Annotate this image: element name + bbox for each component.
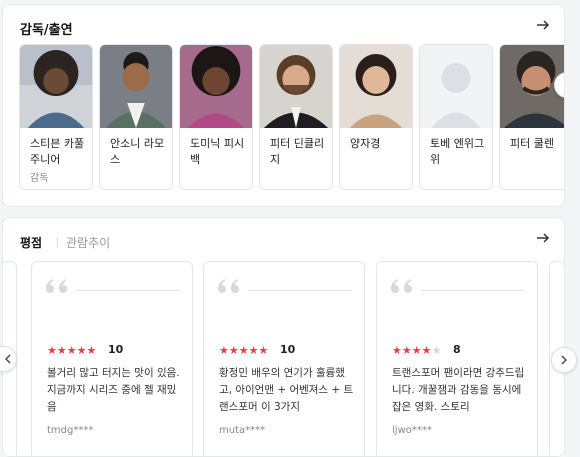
person-photo (100, 45, 172, 128)
person-name: 토베 엔위그위 (430, 137, 485, 166)
rating-score: 8 (453, 343, 461, 356)
person-name: 양자경 (350, 137, 381, 150)
review-user: ljwo**** (392, 425, 432, 436)
tab-rating[interactable]: 평점 (20, 234, 42, 251)
cast-person-card[interactable]: 안소니 라모스 (99, 44, 173, 190)
reviews-next-button[interactable] (551, 347, 577, 373)
arrow-right-icon[interactable] (535, 17, 551, 33)
chevron-right-icon (561, 355, 567, 365)
quote-icon (391, 279, 412, 293)
cast-person-card[interactable]: 토베 엔위그위 (419, 44, 493, 190)
review-text: 황정민 배우의 연기가 훌륭했고, 아이언맨 + 어벤져스 + 트랜스포머 이 … (219, 367, 354, 413)
review-card[interactable]: ★★★★★ 10 볼거리 많고 터지는 맛이 있음. 지금까지 시리즈 중에 젤… (31, 261, 193, 456)
cast-person-card[interactable]: 피터 쿨렌 (499, 44, 564, 190)
tab-audience-trend[interactable]: 관람추이 (66, 234, 110, 251)
person-photo (340, 45, 412, 128)
star-rating: ★★★★★ (47, 344, 97, 357)
cast-person-card[interactable]: 피터 딘클리지 (259, 44, 333, 190)
person-name: 피터 딘클리지 (270, 137, 325, 166)
person-name: 안소니 라모스 (110, 137, 165, 166)
rating-score: 10 (108, 343, 124, 356)
quote-divider (248, 290, 352, 291)
star-rating: ★★★★★ (219, 344, 269, 357)
rating-score: 10 (280, 343, 296, 356)
quote-divider (421, 290, 525, 291)
person-role: 감독 (30, 173, 49, 184)
review-text: 볼거리 많고 터지는 맛이 있음. 지금까지 시리즈 중에 젤 재밌음 (47, 367, 180, 413)
tab-divider (57, 237, 58, 247)
cast-person-card[interactable]: 스티븐 카풀 주니어 감독 (19, 44, 93, 190)
chevron-left-icon (5, 354, 11, 364)
arrow-right-icon[interactable] (535, 230, 551, 246)
person-name: 스티븐 카풀 주니어 (30, 137, 85, 166)
person-placeholder-icon (420, 45, 492, 128)
quote-divider (76, 290, 180, 291)
review-card[interactable]: ★★★★★ 8 트랜스포머 팬이라면 강추드립니다. 개꿀잼과 감동을 동시에 … (376, 261, 538, 456)
cast-person-card[interactable]: 도미닉 피시백 (179, 44, 253, 190)
review-user: muta**** (219, 425, 266, 436)
cast-person-card[interactable]: 양자경 (339, 44, 413, 190)
review-user: tmdg**** (47, 425, 94, 436)
person-name: 피터 쿨렌 (510, 137, 554, 150)
quote-icon (218, 279, 239, 293)
quote-icon (46, 279, 67, 293)
cast-section-title: 감독/출연 (20, 23, 73, 38)
cast-section: 감독/출연 스티븐 카풀 주니어 감독 안소니 라모스 도미닉 피시백 피터 딘… (2, 4, 565, 207)
person-name: 도미닉 피시백 (190, 137, 245, 166)
star-rating: ★★★★★ (392, 344, 442, 357)
person-photo (180, 45, 252, 128)
review-text: 트랜스포머 팬이라면 강추드립니다. 개꿀잼과 감동을 동시에 잡은 영화. 스… (392, 367, 525, 413)
person-photo (260, 45, 332, 128)
person-photo (20, 45, 92, 128)
chevron-right-icon (562, 80, 565, 90)
review-card[interactable]: ★★★★★ 10 황정민 배우의 연기가 훌륭했고, 아이언맨 + 어벤져스 +… (203, 261, 365, 456)
reviews-section: 평점 관람추이 ★★★★★ 10 볼거리 많고 터지는 맛이 있음. 지금까지 … (2, 217, 565, 457)
cast-list: 스티븐 카풀 주니어 감독 안소니 라모스 도미닉 피시백 피터 딘클리지 양자… (19, 44, 564, 192)
